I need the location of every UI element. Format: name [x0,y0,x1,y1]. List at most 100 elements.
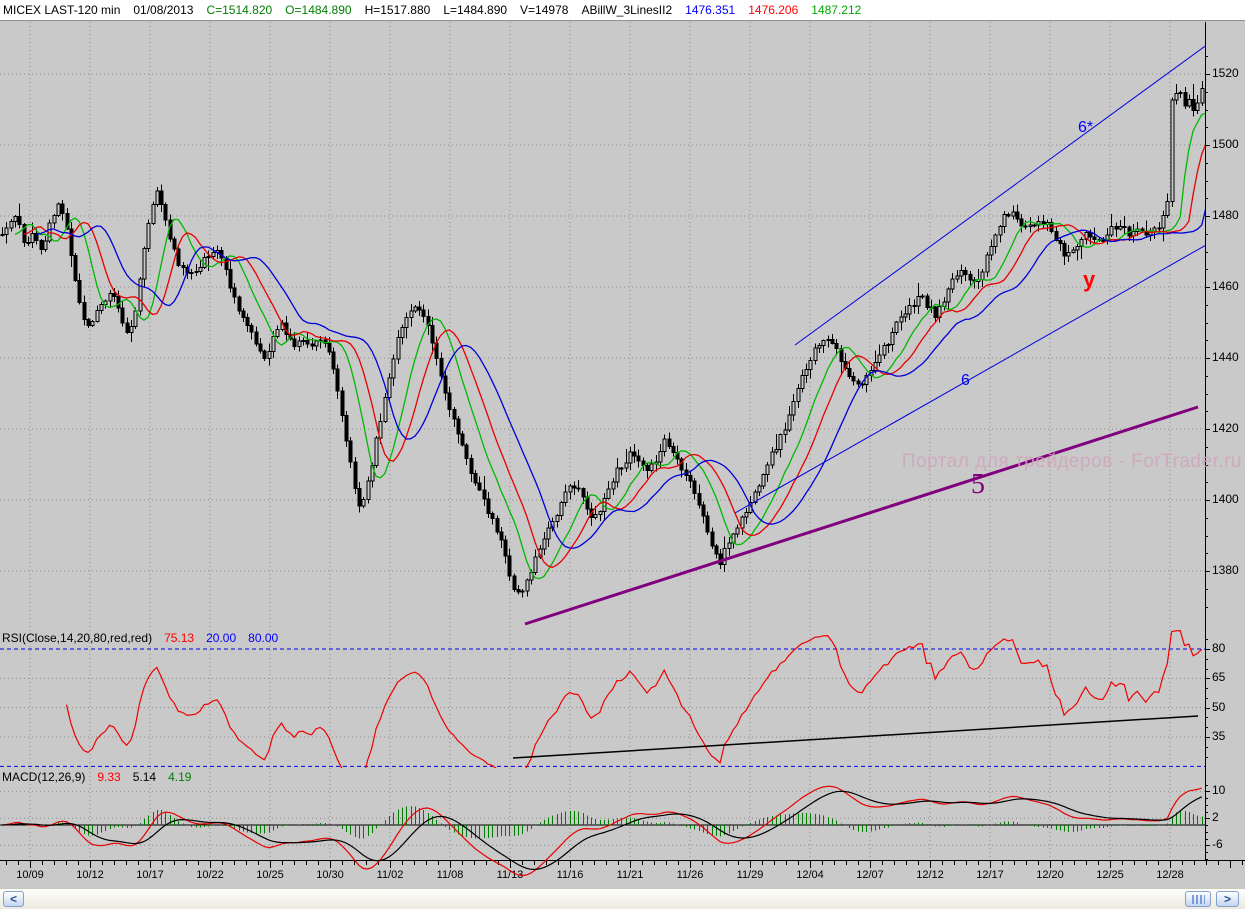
scroll-right-button[interactable]: > [1216,891,1239,907]
date-major-tick [30,861,31,868]
horizontal-gridlines [0,73,1205,572]
date-minor-tick [234,861,235,865]
rsi-50-label: 50 [1212,700,1226,714]
grip-icon [1191,894,1205,904]
date-minor-tick [42,861,43,865]
price-1440-label: 1440 [1212,350,1239,364]
rsi-value: 75.13 [164,631,195,645]
date-major-tick [1230,861,1231,868]
date-minor-tick [162,861,163,865]
wave-annotation: 6 [961,372,970,389]
date-minor-tick [354,861,355,865]
date-minor-tick [1002,861,1003,865]
date-minor-tick [618,861,619,865]
date-minor-tick [1206,861,1207,865]
date-major-tick [150,861,151,868]
date-major-tick [990,861,991,868]
date-minor-tick [942,861,943,865]
date-minor-tick [1014,861,1015,865]
bar-open: O=1484.890 [285,3,352,17]
date-minor-tick [186,861,187,865]
x-axis-label: 10/12 [76,869,104,881]
bar-date: 01/08/2013 [133,3,194,17]
chart-header: MICEX LAST-120 min 01/08/2013 C=1514.820… [0,0,1245,21]
price-1500-label: 1500 [1212,137,1239,151]
date-minor-tick [1194,861,1195,865]
date-minor-tick [222,861,223,865]
rsi-label: RSI(Close,14,20,80,red,red) [2,631,153,645]
date-minor-tick [426,861,427,865]
date-major-tick [1050,861,1051,868]
wave-annotation: 6* [1078,119,1093,136]
date-minor-tick [606,861,607,865]
price-1460-label: 1460 [1212,279,1239,293]
indicator-value-teeth: 1476.206 [748,3,799,17]
wave-annotation: y [1083,267,1096,292]
date-minor-tick [1038,861,1039,865]
rsi-35-label: 35 [1212,729,1226,743]
price-1480-label: 1480 [1212,208,1239,222]
date-major-tick [630,861,631,868]
date-major-tick [810,861,811,868]
macd-value: 9.33 [97,770,121,784]
date-minor-tick [1122,861,1123,865]
scroll-left-button[interactable]: < [3,891,24,907]
date-minor-tick [18,861,19,865]
date-minor-tick [582,861,583,865]
date-major-tick [270,861,271,868]
channel-upper[interactable] [794,44,1206,346]
x-axis-label: 10/25 [256,869,284,881]
date-minor-tick [558,861,559,865]
bar-low: L=1484.890 [443,3,508,17]
date-minor-tick [846,861,847,865]
x-axis-label: 11/26 [676,869,704,881]
date-minor-tick [1074,861,1075,865]
vertical-gridlines [29,22,1171,630]
date-minor-tick [306,861,307,865]
date-minor-tick [114,861,115,865]
macd-10-label: 10 [1212,783,1226,797]
chevron-right-icon: > [1223,892,1231,906]
x-axis-label: 12/25 [1096,869,1124,881]
x-axis-label: 11/29 [736,869,764,881]
date-minor-tick [138,861,139,865]
candlesticks [0,81,1205,598]
horizontal-scrollbar[interactable]: < > [0,888,1245,909]
date-minor-tick [438,861,439,865]
date-minor-tick [1026,861,1027,865]
date-minor-tick [1158,861,1159,865]
x-axis-label: 11/02 [376,869,404,881]
date-minor-tick [198,861,199,865]
date-major-tick [510,861,511,868]
date-minor-tick [78,861,79,865]
x-axis-label: 10/17 [136,869,164,881]
date-minor-tick [546,861,547,865]
date-minor-tick [858,861,859,865]
date-major-tick [1110,861,1111,868]
rsi-trendline[interactable] [512,715,1199,759]
date-minor-tick [954,861,955,865]
macd-2-label: 2 [1212,810,1219,824]
price-chart[interactable]: 6* y 6 5 [0,22,1206,630]
rsi-level-high: 80.00 [248,631,279,645]
date-minor-tick [318,861,319,865]
rsi-chart[interactable] [0,630,1206,768]
wave-5-trendline[interactable] [524,405,1199,626]
date-minor-tick [714,861,715,865]
date-major-tick [1170,861,1171,868]
price-axis-line [1205,22,1206,860]
date-minor-tick [834,861,835,865]
date-major-tick [450,861,451,868]
date-minor-tick [402,861,403,865]
date-minor-tick [666,861,667,865]
date-major-tick [570,861,571,868]
date-major-tick [210,861,211,868]
date-minor-tick [774,861,775,865]
vertical-gridlines [29,768,1171,860]
date-minor-tick [702,861,703,865]
date-minor-tick [54,861,55,865]
date-minor-tick [342,861,343,865]
scrollbar-thumb[interactable] [1185,891,1211,907]
date-minor-tick [126,861,127,865]
rsi-header-row: RSI(Close,14,20,80,red,red) 75.13 20.00 … [2,631,278,645]
